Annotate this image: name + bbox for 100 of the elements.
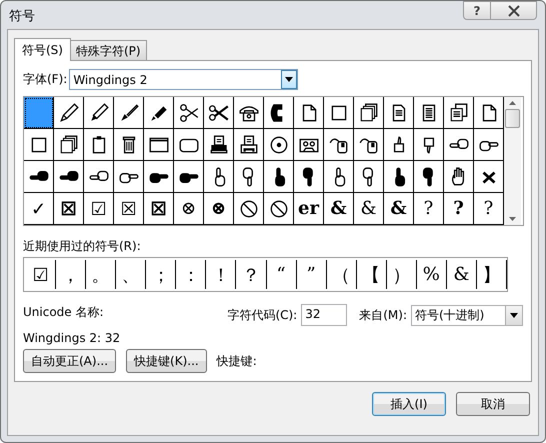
symbol-glyph: & bbox=[360, 198, 377, 219]
symbol-cell[interactable] bbox=[354, 129, 384, 161]
symbol-cell[interactable] bbox=[414, 161, 444, 193]
scroll-down-icon bbox=[509, 217, 516, 221]
symbol-cell[interactable] bbox=[384, 161, 414, 193]
symbol-cell[interactable]: ? bbox=[414, 193, 444, 225]
symbol-glyph: er bbox=[298, 198, 319, 219]
symbol-glyph: ✓ bbox=[31, 198, 46, 220]
symbol-cell[interactable] bbox=[234, 161, 264, 193]
help-button[interactable]: ? bbox=[463, 1, 491, 20]
symbol-cell[interactable]: ? bbox=[444, 193, 474, 225]
symbol-cell[interactable] bbox=[294, 129, 324, 161]
unicode-name-value: Wingdings 2: 32 bbox=[23, 331, 120, 345]
symbol-cell[interactable] bbox=[384, 97, 414, 129]
autocorrect-button[interactable]: 自动更正(A)... bbox=[23, 349, 116, 373]
insert-button[interactable]: 插入(I) bbox=[372, 392, 446, 416]
printer-icon bbox=[208, 134, 230, 156]
symbol-cell[interactable]: ☑ bbox=[84, 193, 114, 225]
symbol-cell[interactable] bbox=[264, 129, 294, 161]
scrollbar-thumb[interactable] bbox=[505, 109, 520, 128]
symbol-glyph: ☒ bbox=[120, 198, 136, 220]
symbol-cell[interactable] bbox=[24, 129, 54, 161]
tab[interactable]: 符号(S) bbox=[14, 38, 71, 61]
symbol-cell[interactable] bbox=[84, 161, 114, 193]
character-code-field[interactable]: 32 bbox=[301, 304, 348, 326]
symbol-glyph: ⊗ bbox=[180, 198, 196, 219]
close-icon bbox=[506, 4, 520, 16]
prohibited-icon bbox=[238, 198, 260, 220]
symbol-glyph: ? bbox=[424, 198, 434, 219]
symbol-cell[interactable] bbox=[234, 129, 264, 161]
symbol-cell[interactable] bbox=[114, 97, 144, 129]
recent-symbols-label: 近期使用过的符号(R): bbox=[23, 238, 142, 255]
symbol-cell[interactable] bbox=[384, 129, 414, 161]
shortcut-key-label: 快捷键: bbox=[216, 352, 257, 370]
symbol-cell[interactable] bbox=[264, 161, 294, 193]
from-label: 来自(M): bbox=[359, 306, 407, 324]
font-dropdown[interactable]: Wingdings 2 bbox=[69, 69, 298, 90]
close-button[interactable] bbox=[491, 1, 537, 20]
symbol-cell[interactable] bbox=[234, 193, 264, 225]
symbol-cell[interactable]: ⊗ bbox=[174, 193, 204, 225]
symbol-cell[interactable] bbox=[204, 161, 234, 193]
symbol-cell[interactable] bbox=[324, 161, 354, 193]
symbol-cell[interactable] bbox=[114, 129, 144, 161]
symbol-cell[interactable] bbox=[84, 129, 114, 161]
symbol-cell[interactable] bbox=[414, 97, 444, 129]
from-dropdown[interactable]: 符号(十进制) bbox=[411, 304, 523, 326]
symbol-glyph: ? bbox=[453, 198, 464, 219]
symbol-cell[interactable] bbox=[354, 97, 384, 129]
symbol-glyph: ⊗ bbox=[210, 198, 226, 219]
symbol-cell[interactable]: ✓ bbox=[24, 193, 54, 225]
tab[interactable]: 特殊字符(P) bbox=[70, 40, 147, 60]
symbol-cell[interactable] bbox=[54, 97, 84, 129]
scissors-icon bbox=[178, 102, 200, 124]
symbol-cell[interactable] bbox=[174, 129, 204, 161]
fax-icon bbox=[238, 134, 260, 156]
symbol-cell[interactable]: & bbox=[324, 193, 354, 225]
symbol-cell[interactable] bbox=[204, 129, 234, 161]
symbol-cell[interactable] bbox=[444, 129, 474, 161]
symbol-cell[interactable]: & bbox=[384, 193, 414, 225]
symbol-cell[interactable] bbox=[24, 97, 54, 129]
symbol-cell[interactable] bbox=[54, 161, 84, 193]
symbol-glyph: & bbox=[390, 198, 407, 219]
symbol-cell[interactable] bbox=[144, 161, 174, 193]
symbol-cell[interactable] bbox=[444, 97, 474, 129]
scrollbar[interactable] bbox=[504, 97, 521, 225]
symbol-cell[interactable] bbox=[54, 129, 84, 161]
symbol-cell[interactable] bbox=[354, 161, 384, 193]
symbol-cell[interactable] bbox=[174, 161, 204, 193]
symbol-cell[interactable] bbox=[444, 161, 474, 193]
symbol-cell[interactable]: ⊗ bbox=[204, 193, 234, 225]
symbol-cell[interactable] bbox=[174, 97, 204, 129]
symbol-cell[interactable]: & bbox=[354, 193, 384, 225]
symbol-glyph: ? bbox=[484, 198, 494, 219]
symbol-cell[interactable]: er bbox=[294, 193, 324, 225]
symbol-cell[interactable] bbox=[144, 97, 174, 129]
symbol-glyph: & bbox=[330, 198, 347, 219]
symbol-cell[interactable] bbox=[324, 129, 354, 161]
symbol-cell[interactable] bbox=[24, 161, 54, 193]
symbol-cell[interactable] bbox=[264, 193, 294, 225]
prohibited-icon bbox=[268, 198, 290, 220]
symbol-cell[interactable]: ☒ bbox=[54, 193, 84, 225]
symbol-cell[interactable] bbox=[294, 161, 324, 193]
symbol-cell[interactable] bbox=[204, 97, 234, 129]
symbol-cell[interactable] bbox=[324, 97, 354, 129]
symbol-cell[interactable] bbox=[144, 129, 174, 161]
symbol-cell[interactable] bbox=[264, 97, 294, 129]
symbol-glyph: ☑ bbox=[90, 198, 106, 220]
symbol-cell[interactable] bbox=[234, 97, 264, 129]
symbol-cell[interactable] bbox=[84, 97, 114, 129]
cancel-button[interactable]: 取消 bbox=[456, 392, 530, 416]
dropdown-arrow-icon bbox=[285, 77, 294, 82]
symbol-cell[interactable] bbox=[294, 97, 324, 129]
symbol-cell[interactable]: ☒ bbox=[144, 193, 174, 225]
scroll-up-icon bbox=[509, 101, 516, 105]
symbol-cell[interactable]: ☒ bbox=[114, 193, 144, 225]
symbol-cell[interactable] bbox=[114, 161, 144, 193]
shortcut-key-button[interactable]: 快捷键(K)... bbox=[126, 349, 207, 373]
symbol-cell[interactable] bbox=[414, 129, 444, 161]
symbol-glyph: ☒ bbox=[150, 198, 166, 220]
symbol-glyph: ☒ bbox=[60, 198, 76, 220]
